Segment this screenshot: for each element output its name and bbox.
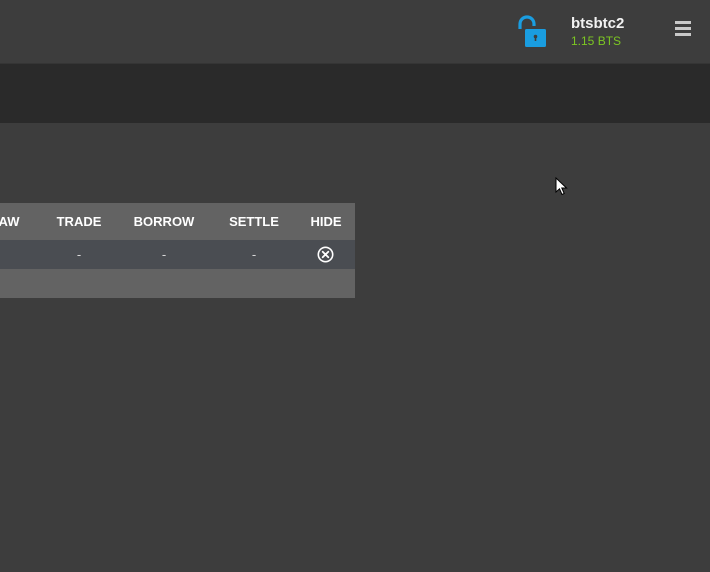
account-name[interactable]: btsbtc2 [571,15,624,33]
circle-x-icon[interactable] [317,246,334,263]
account-info[interactable]: btsbtc2 1.15 BTS [571,15,624,48]
settle-cell: - [251,247,257,262]
account-balance: 1.15 BTS [571,34,622,48]
top-header: btsbtc2 1.15 BTS [0,0,710,64]
trade-cell: - [76,247,82,262]
column-header-hide: HIDE [310,214,342,229]
table-row: - - - [0,240,355,269]
mouse-cursor-icon [555,176,569,197]
unlocked-padlock-icon[interactable] [516,15,550,49]
column-header-withdraw: AW [0,214,20,229]
hamburger-menu-icon[interactable] [672,21,694,41]
column-header-settle: SETTLE [229,214,279,229]
table-footer [0,269,355,298]
column-header-borrow: BORROW [133,214,195,229]
borrow-cell: - [161,247,167,262]
column-header-trade: TRADE [56,214,102,229]
table-header: AW TRADE BORROW SETTLE HIDE [0,203,355,240]
sub-navigation-bar [0,64,710,123]
assets-table: AW TRADE BORROW SETTLE HIDE - - - [0,203,355,298]
